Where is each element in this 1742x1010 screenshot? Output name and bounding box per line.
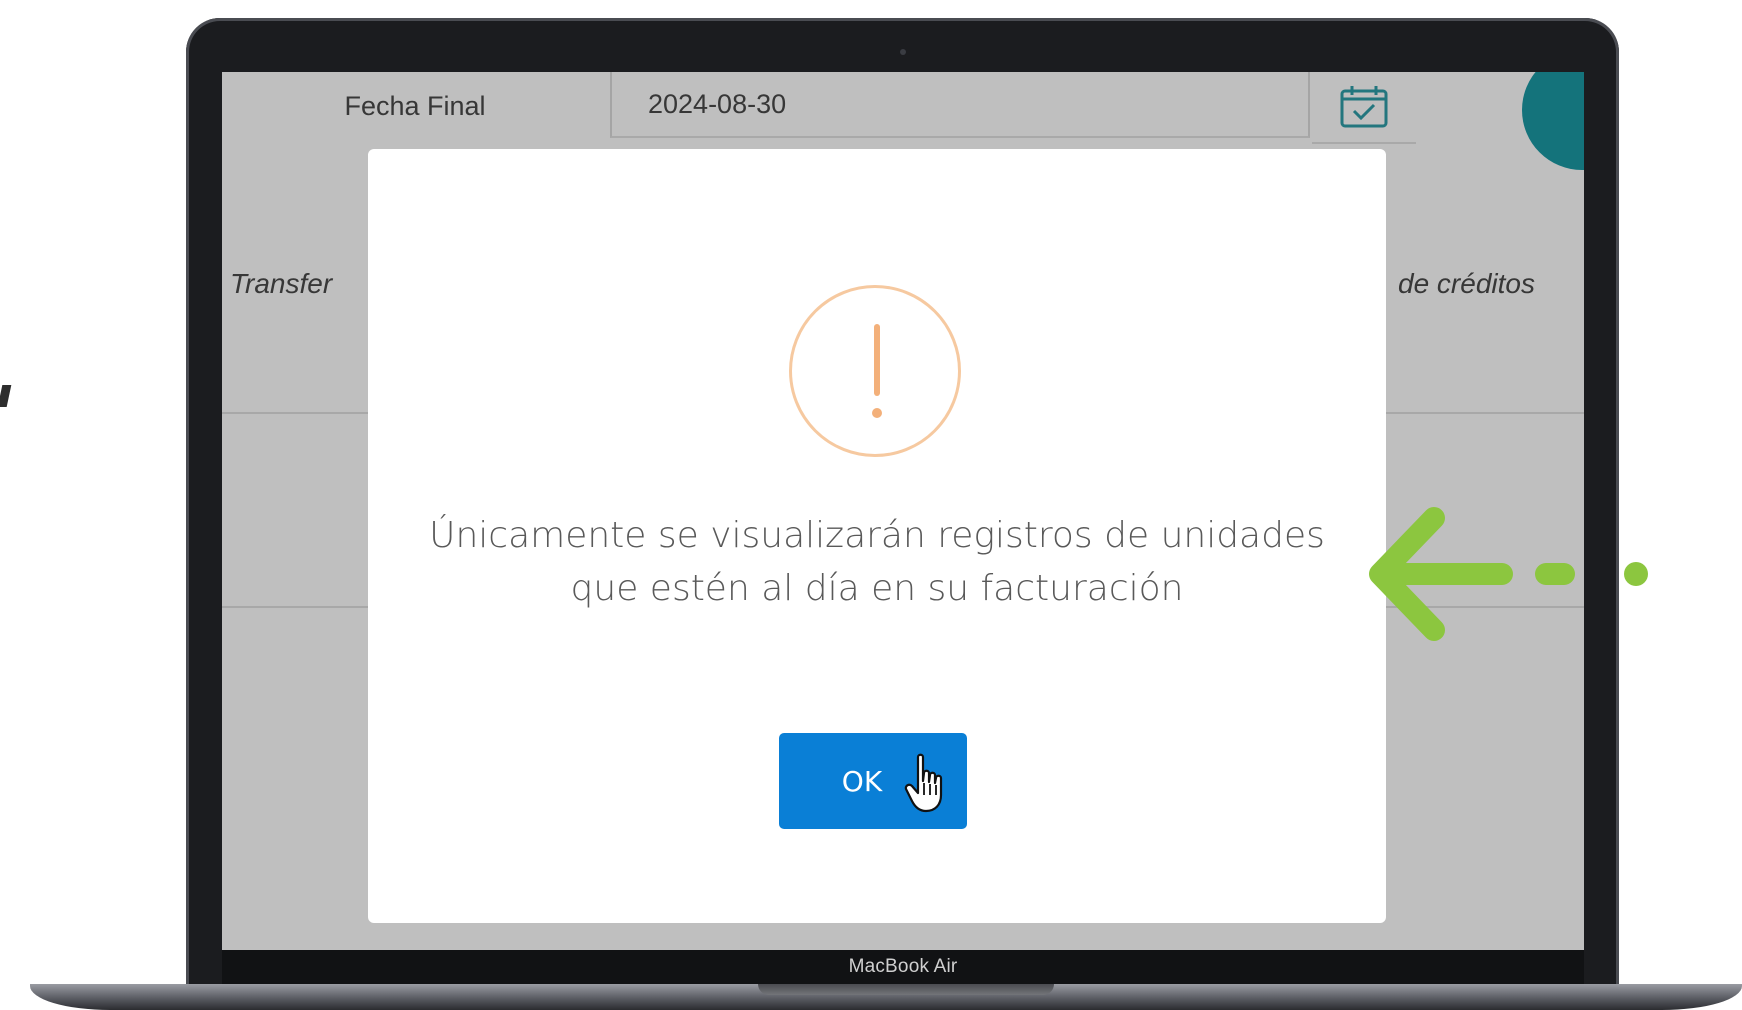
alert-message: Únicamente se visualizarán registros de … (429, 515, 1325, 609)
hand-pointer-icon (904, 753, 943, 813)
device-label: MacBook Air (848, 956, 958, 977)
exclamation-dot (872, 408, 882, 418)
warning-exclamation-icon (789, 285, 961, 457)
ok-button-label: OK (841, 764, 883, 798)
bottom-bezel: MacBook Air (222, 950, 1584, 984)
decorative-mark (0, 385, 12, 407)
arrow-left-icon (1369, 507, 1648, 641)
base-notch (758, 984, 1054, 995)
stage: Fecha Final 2024-08-30 Transfer de crédi… (0, 0, 1742, 1010)
exclamation-bar (874, 324, 880, 396)
camera-icon (900, 49, 906, 55)
alert-dialog: Únicamente se visualizarán registros de … (368, 149, 1386, 923)
